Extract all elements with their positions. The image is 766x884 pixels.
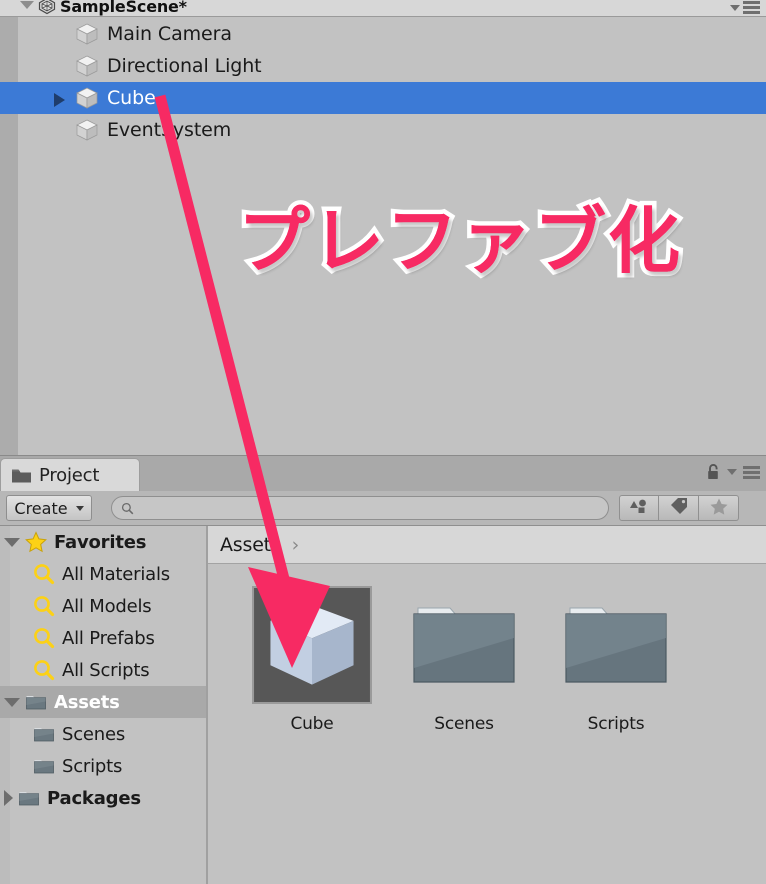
hamburger-menu-icon[interactable]	[743, 1, 760, 14]
tree-item-packages[interactable]: Packages	[0, 782, 206, 814]
asset-item-label: Scenes	[434, 714, 494, 734]
saved-search-icon	[28, 594, 56, 618]
unity-logo-icon	[38, 0, 56, 15]
expand-triangle-icon[interactable]	[54, 93, 65, 107]
folder-icon	[11, 467, 32, 484]
saved-search-icon	[28, 626, 56, 650]
asset-grid: Cube Scenes Scripts	[208, 564, 766, 734]
project-toolbar: Create	[0, 491, 766, 526]
project-content-pane: Assets › Cube Scenes Scripts	[208, 526, 766, 884]
chevron-down-icon	[75, 505, 84, 511]
search-input[interactable]	[140, 500, 580, 516]
prefab-cube-thumbnail	[252, 586, 372, 704]
filter-by-label-button[interactable]	[659, 495, 699, 521]
hierarchy-menu-group[interactable]	[730, 1, 760, 14]
tree-item-scripts[interactable]: Scripts	[0, 750, 206, 782]
hierarchy-item-directional-light[interactable]: Directional Light	[0, 50, 766, 82]
project-body: Favorites All Materials All Models All P…	[0, 526, 766, 884]
hierarchy-scene-header[interactable]: SampleScene*	[0, 0, 766, 17]
lock-open-icon[interactable]	[706, 463, 721, 481]
chevron-down-icon[interactable]	[730, 4, 740, 11]
asset-filter-buttons	[619, 495, 739, 521]
tree-item-label: All Scripts	[62, 659, 150, 681]
asset-item-label: Scripts	[587, 714, 645, 734]
hierarchy-item-eventsystem[interactable]: EventSystem	[0, 114, 766, 146]
folder-thumbnail	[556, 586, 676, 704]
star-icon	[20, 530, 48, 554]
prefab-caption-text: プレファブ化	[238, 199, 683, 283]
project-tab-controls[interactable]	[706, 463, 760, 481]
folder-icon	[13, 786, 41, 810]
unity-editor-window: SampleScene* Main Camera Directional Lig…	[0, 0, 766, 884]
tree-item-label: All Prefabs	[62, 627, 155, 649]
tree-item-all-scripts[interactable]: All Scripts	[0, 654, 206, 686]
tree-item-label: Scenes	[62, 723, 126, 745]
create-button[interactable]: Create	[6, 495, 92, 521]
asset-item-label: Cube	[290, 714, 334, 734]
chevron-right-icon: ›	[291, 533, 300, 556]
hierarchy-item-label: EventSystem	[107, 119, 232, 141]
tree-item-all-prefabs[interactable]: All Prefabs	[0, 622, 206, 654]
collapse-triangle-icon[interactable]	[4, 790, 13, 806]
tree-item-label: Assets	[54, 691, 120, 713]
project-tree-pane: Favorites All Materials All Models All P…	[0, 526, 208, 884]
tree-item-label: Favorites	[54, 531, 147, 553]
tree-item-all-models[interactable]: All Models	[0, 590, 206, 622]
folder-icon	[28, 754, 56, 778]
hierarchy-item-main-camera[interactable]: Main Camera	[0, 18, 766, 50]
star-icon	[709, 497, 729, 519]
tree-item-favorites[interactable]: Favorites	[0, 526, 206, 558]
asset-item-cube[interactable]: Cube	[236, 586, 388, 734]
cube-gameobject-icon	[18, 21, 100, 47]
asset-item-scripts[interactable]: Scripts	[540, 586, 692, 734]
saved-search-icon	[28, 658, 56, 682]
cube-gameobject-icon	[18, 53, 100, 79]
scene-name-label: SampleScene*	[60, 0, 187, 16]
hamburger-menu-icon[interactable]	[743, 465, 760, 479]
hierarchy-item-cube[interactable]: Cube	[0, 82, 766, 114]
hierarchy-item-label: Directional Light	[107, 55, 262, 77]
folder-icon	[28, 722, 56, 746]
asset-item-scenes[interactable]: Scenes	[388, 586, 540, 734]
tree-item-all-materials[interactable]: All Materials	[0, 558, 206, 590]
magnifier-icon	[121, 502, 134, 515]
create-button-label: Create	[14, 498, 68, 518]
tree-item-label: All Models	[62, 595, 152, 617]
expand-triangle-icon[interactable]	[4, 697, 20, 707]
project-tab-bar: Project	[0, 455, 766, 492]
tab-project[interactable]: Project	[0, 458, 140, 492]
saved-search-icon	[28, 562, 56, 586]
shapes-icon	[629, 498, 649, 518]
breadcrumb: Assets ›	[208, 526, 766, 564]
tree-item-label: Packages	[47, 787, 141, 809]
search-field[interactable]	[111, 496, 609, 520]
tree-item-label: Scripts	[62, 755, 123, 777]
breadcrumb-assets[interactable]: Assets	[220, 534, 281, 556]
cube-gameobject-icon	[18, 117, 100, 143]
chevron-down-icon[interactable]	[727, 469, 737, 475]
hierarchy-item-label: Main Camera	[107, 23, 232, 45]
expand-triangle-icon[interactable]	[4, 537, 20, 547]
filter-by-type-button[interactable]	[619, 495, 659, 521]
tag-icon	[669, 498, 689, 518]
folder-icon	[20, 690, 48, 714]
tree-item-scenes[interactable]: Scenes	[0, 718, 206, 750]
hierarchy-row-list: Main Camera Directional Light Cube Event…	[0, 18, 766, 146]
hierarchy-item-label: Cube	[107, 87, 156, 109]
tab-label: Project	[39, 465, 100, 486]
folder-thumbnail	[404, 586, 524, 704]
filter-by-favorite-button[interactable]	[699, 495, 739, 521]
tree-item-label: All Materials	[62, 563, 170, 585]
project-panel: Project Create Favorites All Materials A…	[0, 455, 766, 884]
tree-item-assets[interactable]: Assets	[0, 686, 206, 718]
